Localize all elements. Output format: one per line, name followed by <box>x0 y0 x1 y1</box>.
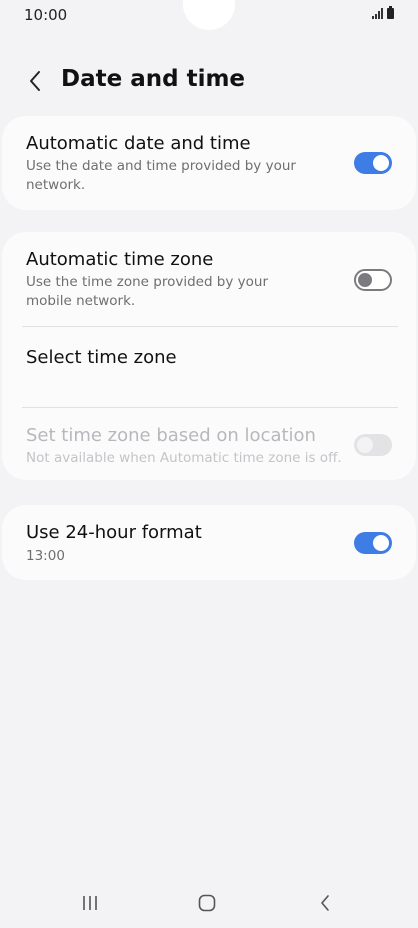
toggle-knob <box>373 535 389 551</box>
camera-notch <box>183 0 235 30</box>
setting-subtitle: Use the date and time provided by your n… <box>26 158 296 193</box>
setting-title: Automatic time zone <box>26 249 214 270</box>
location-time-zone-toggle <box>354 434 392 456</box>
toggle-knob <box>357 437 373 453</box>
card-24-hour-format: Use 24-hour format 13:00 <box>2 505 416 580</box>
setting-subtitle: 13:00 <box>26 548 65 564</box>
home-button[interactable] <box>187 890 227 916</box>
setting-subtitle: Use the time zone provided by your mobil… <box>26 274 269 309</box>
setting-title: Set time zone based on location <box>26 425 316 446</box>
setting-24-hour-format[interactable]: Use 24-hour format 13:00 <box>2 505 416 580</box>
navigation-bar <box>0 878 418 928</box>
setting-automatic-time-zone[interactable]: Automatic time zone Use the time zone pr… <box>2 232 416 326</box>
battery-icon <box>387 6 394 19</box>
home-icon <box>198 894 216 912</box>
recents-icon <box>83 896 97 910</box>
back-icon <box>321 895 329 911</box>
status-time: 10:00 <box>24 6 68 24</box>
page-title: Date and time <box>61 66 246 92</box>
setting-subtitle: Not available when Automatic time zone i… <box>26 450 342 466</box>
setting-automatic-date-time[interactable]: Automatic date and time Use the date and… <box>2 116 416 210</box>
signal-icon <box>372 8 383 19</box>
setting-title: Select time zone <box>26 347 177 368</box>
setting-select-time-zone[interactable]: Select time zone <box>2 327 416 407</box>
setting-title: Automatic date and time <box>26 133 251 154</box>
card-time-zone: Automatic time zone Use the time zone pr… <box>2 232 416 480</box>
card-automatic-date-time: Automatic date and time Use the date and… <box>2 116 416 210</box>
status-bar: 10:00 <box>0 0 418 34</box>
automatic-date-time-toggle[interactable] <box>354 152 392 174</box>
status-icons <box>372 6 394 19</box>
back-button[interactable] <box>20 66 50 96</box>
toggle-knob <box>373 155 389 171</box>
chevron-left-icon <box>30 71 40 91</box>
setting-location-time-zone: Set time zone based on location Not avai… <box>2 408 416 480</box>
24-hour-format-toggle[interactable] <box>354 532 392 554</box>
setting-title: Use 24-hour format <box>26 522 202 543</box>
recents-button[interactable] <box>70 890 110 916</box>
automatic-time-zone-toggle[interactable] <box>354 269 392 291</box>
toggle-knob <box>358 273 372 287</box>
nav-back-button[interactable] <box>305 890 345 916</box>
header: Date and time <box>0 58 418 104</box>
